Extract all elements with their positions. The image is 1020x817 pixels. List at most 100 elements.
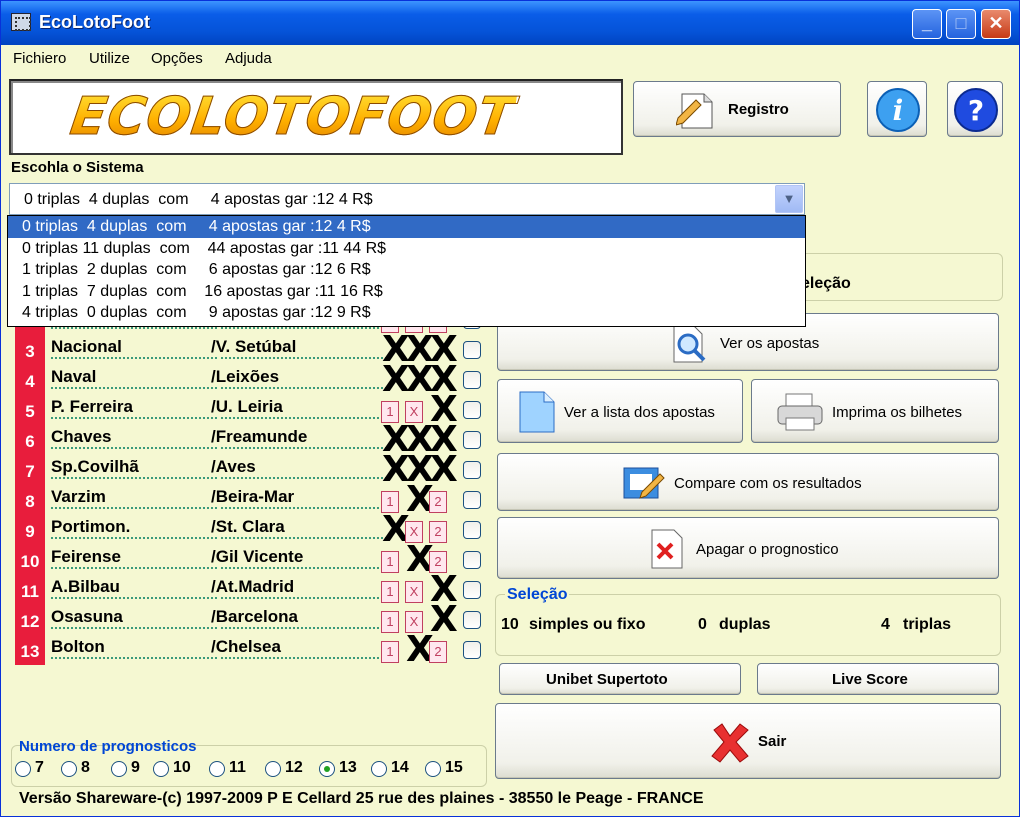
pick-cell[interactable]: X <box>405 362 434 398</box>
away-team: /Aves <box>211 457 256 476</box>
live-score-button[interactable]: Live Score <box>757 663 999 695</box>
imprima-button[interactable]: Imprima os bilhetes <box>751 379 999 443</box>
fixo-checkbox[interactable] <box>463 611 481 629</box>
title-bar[interactable]: EcoLotoFoot _ □ ✕ <box>1 1 1019 45</box>
pick-cell[interactable]: X <box>429 602 458 638</box>
apagar-label: Apagar o prognostico <box>696 541 839 558</box>
fixo-checkbox[interactable] <box>463 431 481 449</box>
pick-cell[interactable]: X <box>405 332 434 368</box>
chevron-down-icon[interactable]: ▼ <box>775 185 803 213</box>
dropdown-option[interactable]: 1 triplas 2 duplas com 6 apostas gar :12… <box>8 259 805 281</box>
pick-cell[interactable]: X <box>405 452 434 488</box>
pick-cell[interactable]: 1 <box>381 641 399 663</box>
menu-adjuda[interactable]: Adjuda <box>225 50 272 67</box>
fixo-checkbox[interactable] <box>463 401 481 419</box>
dropdown-option[interactable]: 0 triplas 4 duplas com 4 apostas gar :12… <box>8 216 805 238</box>
pick-cell[interactable]: X <box>429 572 458 608</box>
selecao-title: Seleção <box>505 586 570 604</box>
home-team: Osasuna <box>51 607 123 626</box>
home-team: Naval <box>51 367 97 386</box>
pick-cell[interactable]: X <box>381 452 410 488</box>
prognosticos-radio-14[interactable] <box>371 761 387 777</box>
fixo-checkbox[interactable] <box>463 341 481 359</box>
help-icon: ? <box>954 88 998 132</box>
ver-lista-button[interactable]: Ver a lista dos apostas <box>497 379 743 443</box>
duplas-count: 0 <box>698 616 707 633</box>
pick-cell[interactable]: X <box>405 542 434 578</box>
dropdown-option[interactable]: 0 triplas 11 duplas com 44 apostas gar :… <box>8 238 805 260</box>
maximize-button[interactable]: □ <box>946 9 976 39</box>
prognosticos-radio-11[interactable] <box>209 761 225 777</box>
dotted-line <box>51 597 217 599</box>
fixo-checkbox[interactable] <box>463 461 481 479</box>
menu-fichiero[interactable]: Fichiero <box>13 50 66 67</box>
imprima-label: Imprima os bilhetes <box>832 404 963 421</box>
compare-button[interactable]: Compare com os resultados <box>497 453 999 511</box>
dropdown-option[interactable]: 4 triplas 0 duplas com 9 apostas gar :12… <box>8 302 805 324</box>
fixo-checkbox[interactable] <box>463 581 481 599</box>
pick-cell[interactable]: 2 <box>429 641 447 663</box>
pick-cell[interactable]: X <box>429 332 458 368</box>
app-logo: ECOLOTOFOOT <box>66 87 519 148</box>
prognosticos-radio-9[interactable] <box>111 761 127 777</box>
pick-cell[interactable]: X <box>405 422 434 458</box>
pick-cell[interactable]: X <box>405 581 423 603</box>
delete-document-icon <box>651 529 683 569</box>
pick-cell[interactable]: X <box>405 632 434 668</box>
ver-apostas-label: Ver os apostas <box>720 335 820 352</box>
prognosticos-radio-label: 15 <box>445 759 463 776</box>
away-team: /U. Leiria <box>211 397 283 416</box>
menu-opcoes[interactable]: Opções <box>151 50 203 67</box>
dotted-line <box>51 447 217 449</box>
info-button[interactable]: i <box>867 81 927 137</box>
menu-utilize[interactable]: Utilize <box>89 50 130 67</box>
minimize-button[interactable]: _ <box>912 9 942 39</box>
system-select[interactable]: 0 triplas 4 duplas com 4 apostas gar :12… <box>9 183 805 215</box>
fixo-checkbox[interactable] <box>463 491 481 509</box>
system-select-value: 0 triplas 4 duplas com 4 apostas gar :12… <box>24 191 373 208</box>
pick-cell[interactable]: X <box>381 332 410 368</box>
prognosticos-radio-7[interactable] <box>15 761 31 777</box>
close-button[interactable]: ✕ <box>981 9 1011 39</box>
close-x-icon <box>711 723 749 763</box>
pick-cell[interactable]: X <box>429 362 458 398</box>
dotted-line <box>221 357 387 359</box>
prognosticos-radio-label: 7 <box>35 759 44 776</box>
dropdown-option[interactable]: 1 triplas 7 duplas com 16 apostas gar :1… <box>8 281 805 303</box>
pick-cell[interactable]: 1 <box>381 581 399 603</box>
match-number: 11 <box>15 575 45 605</box>
pick-cell[interactable]: 1 <box>381 611 399 633</box>
prognosticos-radio-12[interactable] <box>265 761 281 777</box>
pick-cell[interactable]: X <box>429 452 458 488</box>
prognosticos-radio-label: 10 <box>173 759 191 776</box>
sair-button[interactable]: Sair <box>495 703 1001 779</box>
fixo-checkbox[interactable] <box>463 371 481 389</box>
pick-cell[interactable]: 1 <box>381 551 399 573</box>
apagar-button[interactable]: Apagar o prognostico <box>497 517 999 579</box>
registro-button[interactable]: Registro <box>633 81 841 137</box>
dotted-line <box>221 387 387 389</box>
prognosticos-radio-13[interactable] <box>319 761 335 777</box>
pick-cell[interactable]: X <box>381 362 410 398</box>
unibet-button[interactable]: Unibet Supertoto <box>499 663 741 695</box>
fixo-checkbox[interactable] <box>463 551 481 569</box>
unibet-label: Unibet Supertoto <box>546 671 668 688</box>
prognosticos-radio-15[interactable] <box>425 761 441 777</box>
prognosticos-radio-10[interactable] <box>153 761 169 777</box>
pick-cell[interactable]: X <box>429 422 458 458</box>
pick-cell[interactable]: 2 <box>429 491 447 513</box>
fixo-checkbox[interactable] <box>463 641 481 659</box>
fixo-checkbox[interactable] <box>463 521 481 539</box>
match-number: 13 <box>15 635 45 665</box>
main-window: EcoLotoFoot _ □ ✕ Fichiero Utilize Opçõe… <box>0 0 1020 817</box>
match-row: 4 Naval/Leixões X X X <box>15 362 481 398</box>
pick-cell[interactable]: X <box>405 482 434 518</box>
pick-cell[interactable]: X <box>381 422 410 458</box>
away-team: /V. Setúbal <box>211 337 297 356</box>
document-pencil-icon <box>676 93 713 129</box>
prognosticos-radio-8[interactable] <box>61 761 77 777</box>
pick-cell[interactable]: X <box>381 512 410 548</box>
help-button[interactable]: ? <box>947 81 1003 137</box>
simples-count: 10 <box>501 616 519 633</box>
pick-cell[interactable]: X <box>429 392 458 428</box>
